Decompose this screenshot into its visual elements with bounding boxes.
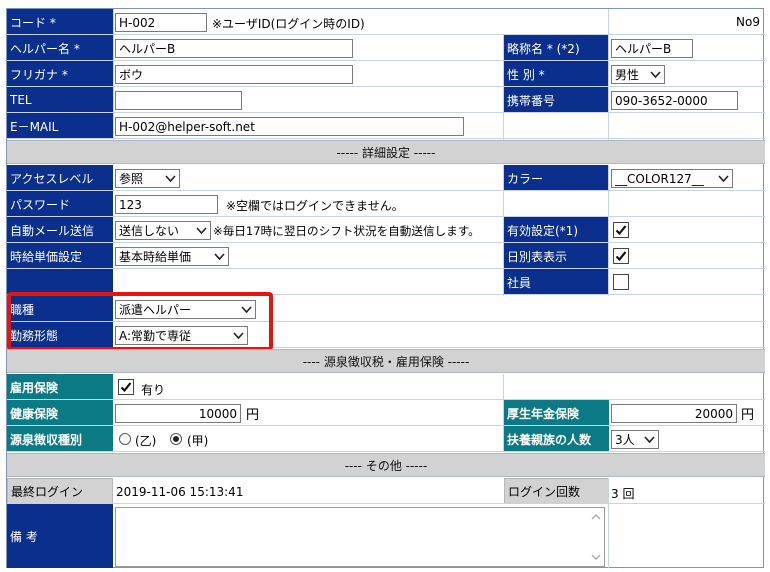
helper-form: コード * ※ユーザID(ログイン時のID) No9 ヘルパー名 * 略称名 *…	[6, 8, 765, 568]
section-detail-header: ----- 詳細設定 -----	[7, 140, 765, 164]
highlight-frame	[7, 292, 273, 351]
remarks-textarea[interactable]	[115, 507, 605, 567]
section-tax-header: ---- 源泉徴収税・雇用保険 -----	[7, 349, 765, 373]
remarks-label: 備 考	[7, 504, 113, 568]
section-other-header: ---- その他 -----	[7, 453, 765, 477]
scroll-up-icon[interactable]	[590, 512, 602, 522]
scroll-down-icon[interactable]	[590, 552, 602, 562]
